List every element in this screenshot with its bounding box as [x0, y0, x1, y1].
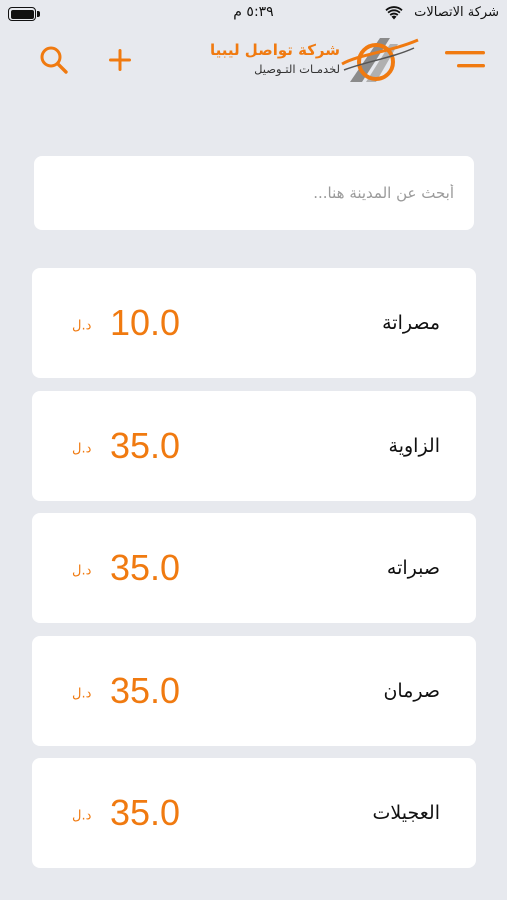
city-price: 10.0: [110, 302, 181, 343]
city-item[interactable]: مصراتة 10.0 د.ل: [32, 268, 476, 378]
add-button[interactable]: [106, 46, 134, 74]
currency-label: د.ل: [72, 686, 92, 701]
carrier-label: شركة الاتصالات: [414, 5, 499, 20]
currency-label: د.ل: [72, 318, 92, 334]
city-name: صرمان: [383, 679, 440, 702]
logo-title: شركة تواصل ليبيا: [209, 41, 340, 59]
menu-button[interactable]: [443, 48, 487, 72]
currency-label: د.ل: [72, 441, 92, 456]
search-icon: [40, 46, 68, 74]
city-price-list: مصراتة 10.0 د.ل الزاوية 35.0 د.ل صبراته …: [32, 268, 476, 881]
currency-label: د.ل: [72, 808, 92, 824]
search-button[interactable]: [38, 44, 70, 76]
plus-icon: [109, 49, 131, 71]
clock: ٥:٣٩ م: [233, 4, 274, 20]
city-search-input[interactable]: [34, 156, 474, 230]
city-name: صبراته: [386, 557, 440, 579]
status-bar: شركة الاتصالات ٥:٣٩ م: [0, 0, 507, 30]
city-price: 35.0: [110, 547, 181, 588]
logo-mark-icon: [341, 38, 419, 82]
menu-icon: [445, 51, 485, 68]
city-item[interactable]: صرمان 35.0 د.ل: [32, 635, 476, 746]
wifi-icon: [385, 6, 403, 20]
city-price: 35.0: [110, 424, 181, 466]
battery-icon: [8, 7, 40, 22]
city-price: 35.0: [110, 669, 181, 711]
currency-label: د.ل: [72, 563, 92, 579]
city-item[interactable]: العجيلات 35.0 د.ل: [32, 758, 476, 868]
city-name: الزاوية: [388, 434, 440, 457]
city-price: 35.0: [110, 792, 181, 833]
city-name: العجيلات: [372, 802, 440, 824]
city-item[interactable]: صبراته 35.0 د.ل: [32, 513, 476, 623]
app-header: شركة تواصل ليبيا لخدمـات التـوصيل: [0, 30, 507, 90]
company-logo: شركة تواصل ليبيا لخدمـات التـوصيل: [208, 34, 420, 86]
city-item[interactable]: الزاوية 35.0 د.ل: [32, 390, 476, 501]
logo-subtitle: لخدمـات التـوصيل: [254, 62, 340, 76]
city-name: مصراتة: [382, 312, 440, 334]
